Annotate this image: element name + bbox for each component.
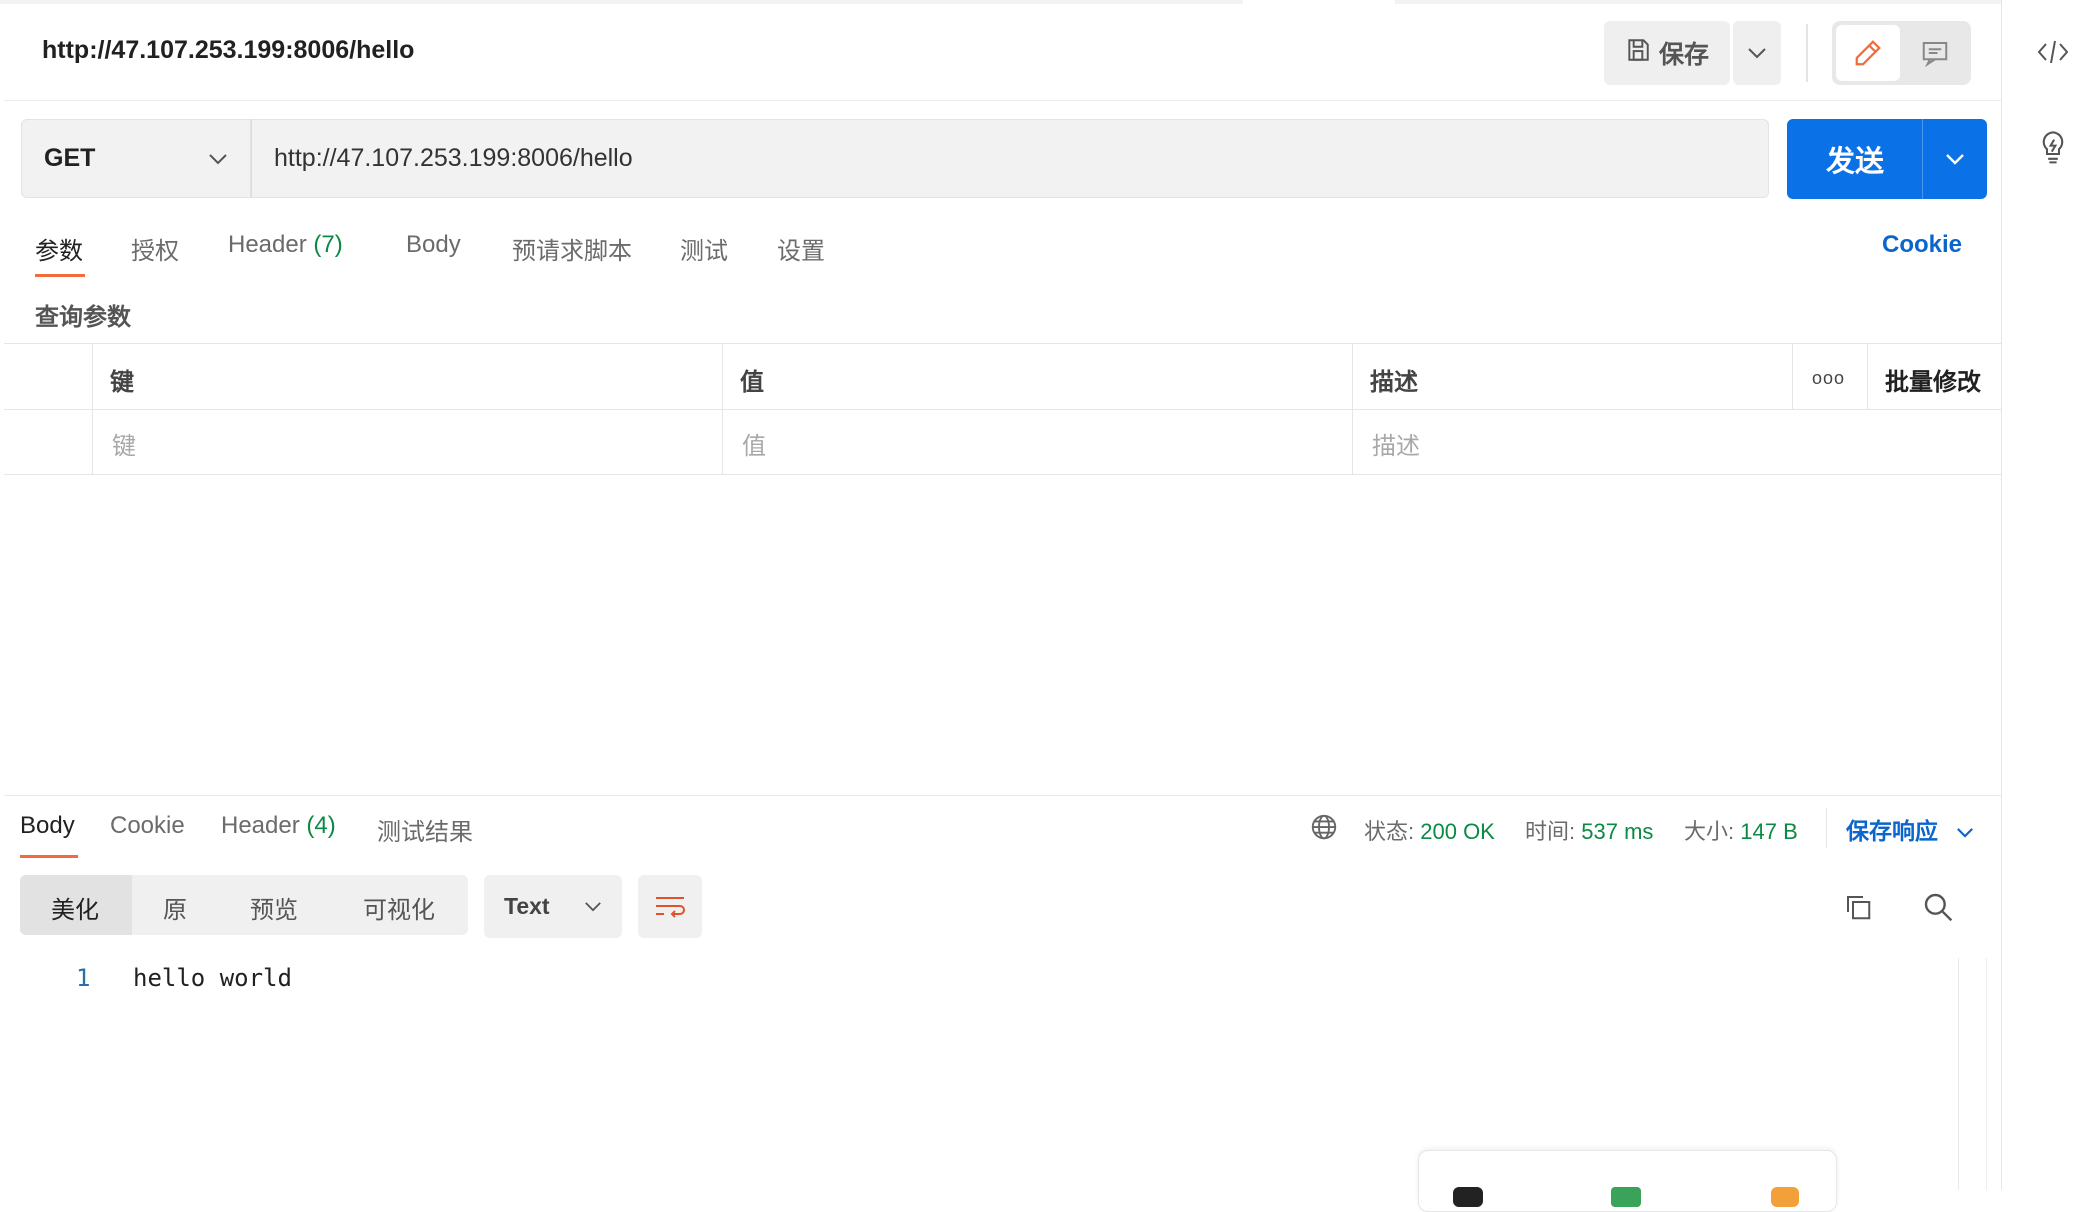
app-icon [1453, 1187, 1483, 1207]
lightbulb-icon[interactable] [2038, 130, 2068, 171]
view-mode-preview[interactable]: 预览 [250, 890, 298, 925]
line-number: 1 [76, 964, 91, 992]
method-select[interactable]: GET [21, 119, 251, 198]
tab-tests[interactable]: 测试 [680, 231, 728, 266]
tab-headers[interactable]: Header (7) [228, 231, 343, 259]
tab-settings[interactable]: 设置 [777, 231, 825, 266]
header-divider [4, 100, 2001, 101]
divider [1806, 24, 1808, 82]
column-header-value: 值 [740, 369, 764, 396]
query-params-title: 查询参数 [35, 304, 131, 331]
save-options-button[interactable] [1733, 21, 1781, 85]
bulk-edit-button[interactable]: 批量修改 [1885, 362, 1981, 397]
divider [1986, 958, 1987, 1190]
description-input[interactable]: 描述 [1372, 426, 1420, 461]
send-button[interactable]: 发送 [1787, 119, 1923, 199]
request-title[interactable]: http://47.107.253.199:8006/hello [42, 36, 414, 65]
code-snippet-icon[interactable] [2036, 38, 2070, 71]
comment-mode-button[interactable] [1904, 25, 1966, 81]
save-label: 保存 [1658, 41, 1709, 69]
chevron-down-icon [585, 902, 601, 912]
tab-body[interactable]: Body [406, 231, 461, 259]
response-tab-body[interactable]: Body [20, 812, 75, 840]
cookies-link[interactable]: Cookie [1882, 231, 1962, 259]
copy-icon[interactable] [1843, 892, 1873, 927]
value-input[interactable]: 值 [742, 426, 766, 461]
edit-mode-button[interactable] [1836, 25, 1900, 81]
response-size: 大小: 147 B [1684, 819, 1798, 844]
response-tab-headers[interactable]: Header (4) [221, 812, 336, 840]
app-icon [1611, 1187, 1641, 1207]
divider [1826, 808, 1827, 848]
globe-icon[interactable] [1309, 812, 1339, 847]
view-mode-visualize[interactable]: 可视化 [363, 890, 435, 925]
tab-params[interactable]: 参数 [35, 231, 83, 266]
method-value: GET [44, 144, 96, 172]
pencil-icon [1855, 40, 1881, 66]
scrollbar[interactable] [1958, 958, 1959, 1190]
right-sidebar [2002, 0, 2087, 1190]
response-tab-test-results[interactable]: 测试结果 [377, 812, 473, 847]
save-response-button[interactable]: 保存响应 [1846, 812, 1974, 846]
search-icon[interactable] [1922, 891, 1954, 928]
tab-pre-request-script[interactable]: 预请求脚本 [512, 231, 632, 266]
floating-popup[interactable] [1418, 1150, 1837, 1212]
wrap-lines-icon [656, 896, 685, 918]
chevron-down-icon [1748, 48, 1766, 59]
more-options-icon[interactable]: ooo [1812, 368, 1845, 389]
format-value: Text [504, 893, 550, 919]
app-icon [1771, 1187, 1799, 1207]
active-tab-indicator [20, 855, 78, 858]
column-header-key: 键 [110, 369, 134, 396]
column-header-description: 描述 [1370, 369, 1418, 396]
response-divider[interactable] [4, 795, 2001, 796]
response-time: 时间: 537 ms [1525, 819, 1654, 844]
request-workspace: http://47.107.253.199:8006/hello 保存 GET … [0, 0, 2002, 1212]
send-options-button[interactable] [1923, 119, 1987, 199]
key-input[interactable]: 键 [112, 426, 136, 461]
chevron-down-icon [1957, 828, 1974, 839]
response-body-text[interactable]: hello world [133, 964, 292, 992]
save-button[interactable]: 保存 [1604, 21, 1730, 85]
active-tab-indicator [35, 274, 85, 277]
view-mode-raw[interactable]: 原 [163, 890, 187, 925]
comment-icon [1922, 42, 1948, 68]
save-icon [1625, 37, 1651, 70]
chevron-down-icon [1946, 154, 1964, 165]
response-status: 状态: 200 OK [1364, 819, 1495, 844]
tab-strip [0, 0, 2001, 4]
tab-auth[interactable]: 授权 [131, 231, 179, 266]
response-tab-cookies[interactable]: Cookie [110, 812, 185, 840]
view-mode-pretty[interactable]: 美化 [51, 890, 99, 925]
chevron-down-icon [209, 153, 227, 164]
wrap-lines-button[interactable] [638, 875, 702, 938]
format-select[interactable]: Text [484, 875, 622, 938]
url-input[interactable]: http://47.107.253.199:8006/hello [251, 119, 1769, 198]
